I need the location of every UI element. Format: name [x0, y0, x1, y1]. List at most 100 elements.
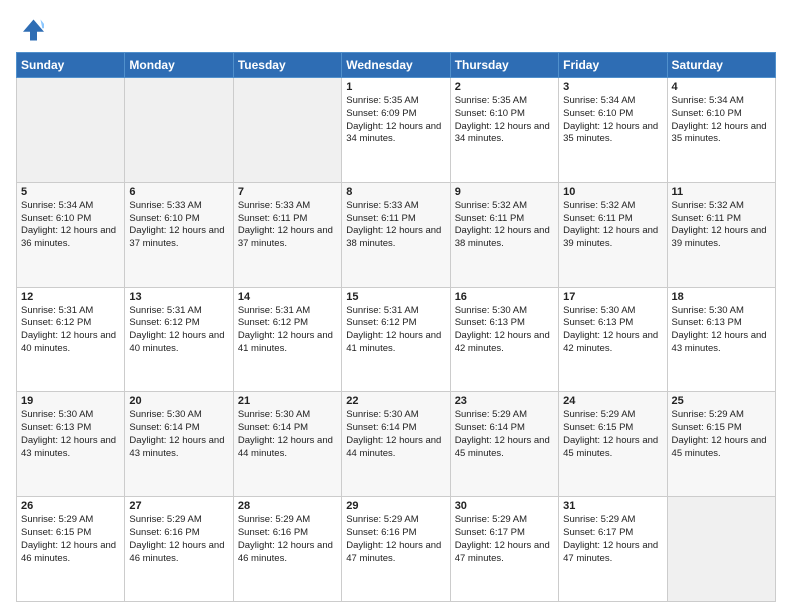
day-number: 5 [21, 186, 120, 198]
calendar-cell [667, 497, 775, 602]
day-number: 25 [672, 395, 771, 407]
calendar-table: SundayMondayTuesdayWednesdayThursdayFrid… [16, 52, 776, 602]
day-info: Sunrise: 5:32 AM Sunset: 6:11 PM Dayligh… [455, 200, 554, 251]
calendar-cell: 23 Sunrise: 5:29 AM Sunset: 6:14 PM Dayli… [450, 392, 558, 497]
day-info: Sunrise: 5:30 AM Sunset: 6:14 PM Dayligh… [129, 409, 228, 460]
calendar-cell: 2 Sunrise: 5:35 AM Sunset: 6:10 PM Daylig… [450, 78, 558, 183]
day-info: Sunrise: 5:34 AM Sunset: 6:10 PM Dayligh… [672, 95, 771, 146]
day-number: 1 [346, 81, 445, 93]
day-info: Sunrise: 5:33 AM Sunset: 6:10 PM Dayligh… [129, 200, 228, 251]
calendar-week-row: 26Sunrise: 5:29 AM Sunset: 6:15 PM Dayli… [17, 497, 776, 602]
calendar-cell: 14 Sunrise: 5:31 AM Sunset: 6:12 PM Dayli… [233, 287, 341, 392]
day-number: 22 [346, 395, 445, 407]
weekday-header: Saturday [667, 53, 775, 78]
calendar-cell [17, 78, 125, 183]
calendar-cell: 17 Sunrise: 5:30 AM Sunset: 6:13 PM Dayli… [559, 287, 667, 392]
day-info: Sunrise: 5:29 AM Sunset: 6:14 PM Dayligh… [455, 409, 554, 460]
day-number: 12 [21, 291, 120, 303]
weekday-header: Wednesday [342, 53, 450, 78]
day-number: 7 [238, 186, 337, 198]
day-info: Sunrise: 5:29 AM Sunset: 6:15 PM Dayligh… [21, 514, 120, 565]
calendar-cell [233, 78, 341, 183]
header [16, 16, 776, 44]
day-number: 31 [563, 500, 662, 512]
day-info: Sunrise: 5:30 AM Sunset: 6:13 PM Dayligh… [563, 305, 662, 356]
weekday-header: Friday [559, 53, 667, 78]
day-info: Sunrise: 5:29 AM Sunset: 6:15 PM Dayligh… [672, 409, 771, 460]
calendar-cell: 3 Sunrise: 5:34 AM Sunset: 6:10 PM Daylig… [559, 78, 667, 183]
calendar-cell: 15 Sunrise: 5:31 AM Sunset: 6:12 PM Dayli… [342, 287, 450, 392]
calendar-cell: 16Sunrise: 5:30 AM Sunset: 6:13 PM Dayli… [450, 287, 558, 392]
day-info: Sunrise: 5:31 AM Sunset: 6:12 PM Dayligh… [238, 305, 337, 356]
calendar-week-row: 1 Sunrise: 5:35 AM Sunset: 6:09 PM Daylig… [17, 78, 776, 183]
calendar-header-row: SundayMondayTuesdayWednesdayThursdayFrid… [17, 53, 776, 78]
day-number: 23 [455, 395, 554, 407]
day-number: 13 [129, 291, 228, 303]
calendar-cell: 4 Sunrise: 5:34 AM Sunset: 6:10 PM Daylig… [667, 78, 775, 183]
day-number: 28 [238, 500, 337, 512]
day-info: Sunrise: 5:30 AM Sunset: 6:14 PM Dayligh… [238, 409, 337, 460]
calendar-cell: 28 Sunrise: 5:29 AM Sunset: 6:16 PM Dayli… [233, 497, 341, 602]
day-number: 27 [129, 500, 228, 512]
day-number: 24 [563, 395, 662, 407]
weekday-header: Tuesday [233, 53, 341, 78]
day-info: Sunrise: 5:32 AM Sunset: 6:11 PM Dayligh… [672, 200, 771, 251]
weekday-header: Sunday [17, 53, 125, 78]
calendar-cell: 22 Sunrise: 5:30 AM Sunset: 6:14 PM Dayli… [342, 392, 450, 497]
day-number: 11 [672, 186, 771, 198]
calendar-cell: 27Sunrise: 5:29 AM Sunset: 6:16 PM Dayli… [125, 497, 233, 602]
calendar-week-row: 5 Sunrise: 5:34 AM Sunset: 6:10 PM Daylig… [17, 182, 776, 287]
day-number: 14 [238, 291, 337, 303]
day-info: Sunrise: 5:29 AM Sunset: 6:16 PM Dayligh… [346, 514, 445, 565]
day-number: 9 [455, 186, 554, 198]
calendar-cell: 13 Sunrise: 5:31 AM Sunset: 6:12 PM Dayli… [125, 287, 233, 392]
day-info: Sunrise: 5:34 AM Sunset: 6:10 PM Dayligh… [21, 200, 120, 251]
calendar-cell: 1 Sunrise: 5:35 AM Sunset: 6:09 PM Daylig… [342, 78, 450, 183]
calendar-cell: 18Sunrise: 5:30 AM Sunset: 6:13 PM Dayli… [667, 287, 775, 392]
day-number: 29 [346, 500, 445, 512]
day-info: Sunrise: 5:34 AM Sunset: 6:10 PM Dayligh… [563, 95, 662, 146]
logo [16, 16, 48, 44]
day-info: Sunrise: 5:30 AM Sunset: 6:13 PM Dayligh… [455, 305, 554, 356]
calendar-cell: 26Sunrise: 5:29 AM Sunset: 6:15 PM Dayli… [17, 497, 125, 602]
calendar-cell: 6 Sunrise: 5:33 AM Sunset: 6:10 PM Daylig… [125, 182, 233, 287]
calendar-cell: 30 Sunrise: 5:29 AM Sunset: 6:17 PM Dayli… [450, 497, 558, 602]
day-info: Sunrise: 5:31 AM Sunset: 6:12 PM Dayligh… [346, 305, 445, 356]
day-info: Sunrise: 5:31 AM Sunset: 6:12 PM Dayligh… [21, 305, 120, 356]
calendar-cell: 9 Sunrise: 5:32 AM Sunset: 6:11 PM Daylig… [450, 182, 558, 287]
day-number: 20 [129, 395, 228, 407]
calendar-cell: 7Sunrise: 5:33 AM Sunset: 6:11 PM Daylig… [233, 182, 341, 287]
day-info: Sunrise: 5:29 AM Sunset: 6:17 PM Dayligh… [455, 514, 554, 565]
calendar-cell: 21 Sunrise: 5:30 AM Sunset: 6:14 PM Dayli… [233, 392, 341, 497]
day-number: 10 [563, 186, 662, 198]
day-info: Sunrise: 5:31 AM Sunset: 6:12 PM Dayligh… [129, 305, 228, 356]
calendar-cell [125, 78, 233, 183]
day-number: 4 [672, 81, 771, 93]
day-info: Sunrise: 5:35 AM Sunset: 6:09 PM Dayligh… [346, 95, 445, 146]
day-number: 3 [563, 81, 662, 93]
weekday-header: Thursday [450, 53, 558, 78]
day-info: Sunrise: 5:32 AM Sunset: 6:11 PM Dayligh… [563, 200, 662, 251]
day-info: Sunrise: 5:30 AM Sunset: 6:14 PM Dayligh… [346, 409, 445, 460]
day-info: Sunrise: 5:33 AM Sunset: 6:11 PM Dayligh… [346, 200, 445, 251]
day-info: Sunrise: 5:29 AM Sunset: 6:17 PM Dayligh… [563, 514, 662, 565]
day-number: 2 [455, 81, 554, 93]
day-number: 6 [129, 186, 228, 198]
day-info: Sunrise: 5:29 AM Sunset: 6:16 PM Dayligh… [238, 514, 337, 565]
calendar-cell: 11 Sunrise: 5:32 AM Sunset: 6:11 PM Dayli… [667, 182, 775, 287]
day-info: Sunrise: 5:30 AM Sunset: 6:13 PM Dayligh… [21, 409, 120, 460]
calendar-cell: 20 Sunrise: 5:30 AM Sunset: 6:14 PM Dayli… [125, 392, 233, 497]
calendar-cell: 24Sunrise: 5:29 AM Sunset: 6:15 PM Dayli… [559, 392, 667, 497]
calendar-cell: 12 Sunrise: 5:31 AM Sunset: 6:12 PM Dayli… [17, 287, 125, 392]
logo-icon [16, 16, 44, 44]
page: SundayMondayTuesdayWednesdayThursdayFrid… [0, 0, 792, 612]
day-number: 17 [563, 291, 662, 303]
day-number: 21 [238, 395, 337, 407]
day-info: Sunrise: 5:35 AM Sunset: 6:10 PM Dayligh… [455, 95, 554, 146]
day-number: 15 [346, 291, 445, 303]
day-info: Sunrise: 5:30 AM Sunset: 6:13 PM Dayligh… [672, 305, 771, 356]
calendar-week-row: 19Sunrise: 5:30 AM Sunset: 6:13 PM Dayli… [17, 392, 776, 497]
calendar-cell: 8Sunrise: 5:33 AM Sunset: 6:11 PM Daylig… [342, 182, 450, 287]
day-number: 30 [455, 500, 554, 512]
calendar-week-row: 12 Sunrise: 5:31 AM Sunset: 6:12 PM Dayli… [17, 287, 776, 392]
